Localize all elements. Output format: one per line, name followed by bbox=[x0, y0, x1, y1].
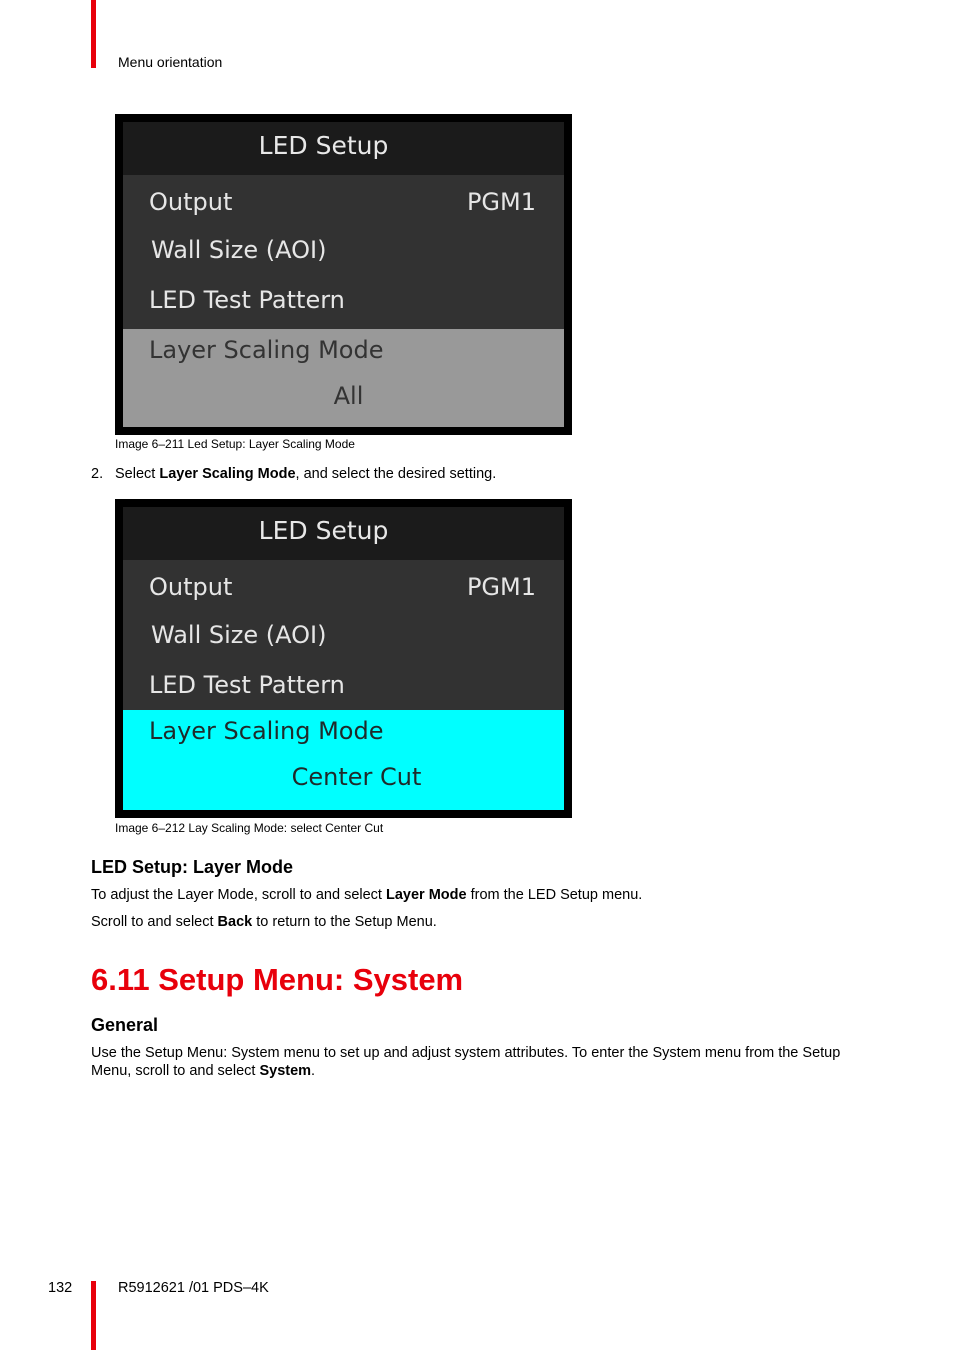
menu-item-layer-scaling-mode-selected[interactable]: Layer Scaling Mode All bbox=[123, 329, 564, 427]
figure-caption: Image 6–212 Lay Scaling Mode: select Cen… bbox=[115, 821, 384, 835]
section-heading-general: General bbox=[91, 1015, 159, 1035]
menu-list: Output PGM1 Wall Size (AOI) LED Test Pat… bbox=[123, 175, 564, 329]
selected-item-label: Layer Scaling Mode bbox=[149, 336, 384, 364]
menu-item-value: PGM1 bbox=[466, 573, 536, 601]
page-number: 132 bbox=[48, 1280, 73, 1296]
screen-title: LED Setup bbox=[123, 122, 564, 175]
running-header: Menu orientation bbox=[118, 54, 223, 70]
figure-caption: Image 6–211 Led Setup: Layer Scaling Mod… bbox=[115, 437, 355, 451]
selected-item-value: All bbox=[333, 382, 364, 410]
menu-item-label: Output bbox=[149, 573, 233, 601]
screen-title: LED Setup bbox=[123, 507, 564, 560]
menu-item-layer-scaling-mode-selected[interactable]: Layer Scaling Mode Center Cut bbox=[123, 710, 564, 810]
footer-accent-bar bbox=[91, 1281, 96, 1350]
menu-list: Output PGM1 Wall Size (AOI) LED Test Pat… bbox=[123, 560, 564, 710]
menu-item-led-test-pattern[interactable]: LED Test Pattern bbox=[149, 668, 536, 702]
section-heading-layer-mode: LED Setup: Layer Mode bbox=[91, 857, 294, 877]
led-setup-screen-1: LED Setup Output PGM1 Wall Size (AOI) LE… bbox=[115, 114, 572, 435]
menu-item-label: Output bbox=[149, 188, 233, 216]
paragraph: To adjust the Layer Mode, scroll to and … bbox=[91, 887, 643, 903]
menu-item-output[interactable]: Output PGM1 bbox=[149, 570, 536, 604]
menu-item-led-test-pattern[interactable]: LED Test Pattern bbox=[149, 283, 536, 317]
chapter-section-title: 6.11 Setup Menu: System bbox=[91, 962, 464, 997]
selected-item-value: Center Cut bbox=[291, 763, 422, 791]
paragraph: Scroll to and select Back to return to t… bbox=[91, 914, 437, 930]
menu-item-label: Wall Size (AOI) bbox=[151, 621, 327, 649]
menu-item-value: PGM1 bbox=[466, 188, 536, 216]
menu-item-wall-size[interactable]: Wall Size (AOI) bbox=[151, 618, 536, 652]
menu-item-label: LED Test Pattern bbox=[149, 671, 345, 699]
menu-item-wall-size[interactable]: Wall Size (AOI) bbox=[151, 233, 536, 267]
menu-item-output[interactable]: Output PGM1 bbox=[149, 185, 536, 219]
document-id: R5912621 /01 PDS–4K bbox=[118, 1280, 269, 1296]
step-2: 2. Select Layer Scaling Mode, and select … bbox=[91, 466, 497, 482]
selected-item-label: Layer Scaling Mode bbox=[149, 717, 384, 745]
led-setup-screen-2: LED Setup Output PGM1 Wall Size (AOI) LE… bbox=[115, 499, 572, 818]
menu-item-label: LED Test Pattern bbox=[149, 286, 345, 314]
header-accent-bar bbox=[91, 0, 96, 68]
menu-item-label: Wall Size (AOI) bbox=[151, 236, 327, 264]
paragraph: Use the Setup Menu: System menu to set u… bbox=[91, 1045, 841, 1079]
